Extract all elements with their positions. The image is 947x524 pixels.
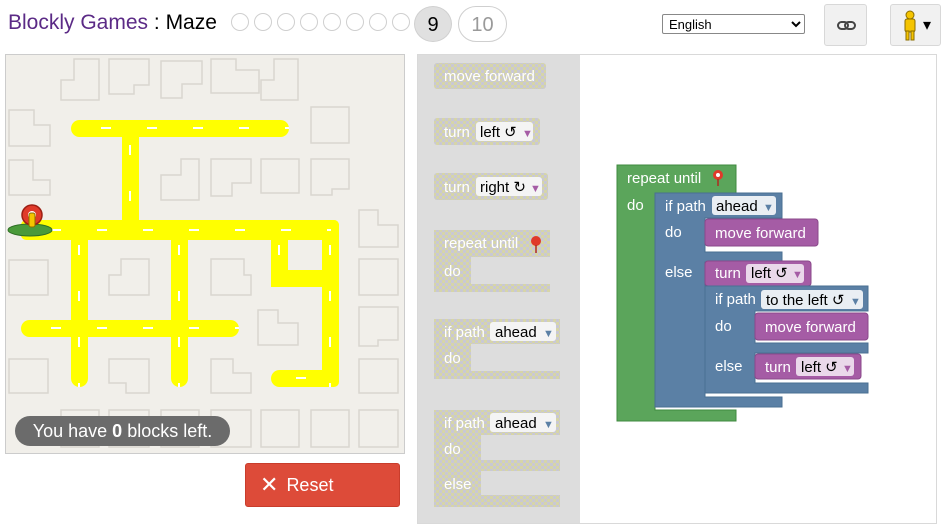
app-title-link[interactable]: Blockly Games — [8, 11, 148, 34]
level-dot-2[interactable] — [254, 13, 272, 31]
close-icon: ✕ — [260, 472, 279, 497]
level-current[interactable]: 9 — [414, 6, 452, 42]
chevron-down-icon: ▼ — [850, 296, 861, 308]
program-else-label: else — [665, 264, 693, 281]
program-if-path-left-dropdown[interactable]: to the left ↺ — [766, 292, 844, 309]
pegman-button[interactable]: ▾ — [890, 4, 941, 46]
level-dot-4[interactable] — [300, 13, 318, 31]
program-if-path-dropdown[interactable]: ahead — [716, 198, 758, 215]
reset-label: Reset — [286, 474, 334, 495]
program-if-path-label: if path — [715, 291, 756, 308]
program-move-forward-label: move forward — [715, 225, 806, 242]
program-turn-left-dropdown[interactable]: left ↺ — [801, 359, 838, 376]
chevron-down-icon: ▼ — [530, 183, 541, 195]
page-title: Blockly Games : Maze — [8, 11, 217, 35]
level-dot-3[interactable] — [277, 13, 295, 31]
level-dot-8[interactable] — [392, 13, 410, 31]
chevron-down-icon: ▼ — [763, 202, 774, 214]
maze-canvas — [6, 55, 404, 453]
toolbox-move-forward-label: move forward — [444, 68, 535, 85]
level-dot-1[interactable] — [231, 13, 249, 31]
toolbox-turn-right-dropdown[interactable]: right ↻ — [480, 179, 526, 196]
program-turn-label: turn — [715, 265, 741, 282]
toolbox-move-forward-block[interactable]: move forward — [434, 63, 546, 89]
toolbox-turn-left-block[interactable]: turn left ↺ ▼ — [434, 118, 540, 145]
program-turn-left-dropdown[interactable]: left ↺ — [751, 265, 788, 282]
chevron-down-icon: ▼ — [842, 363, 853, 375]
chevron-down-icon: ▾ — [923, 17, 932, 34]
toolbox-repeat-until-label: repeat until — [444, 235, 518, 252]
language-select[interactable]: English — [662, 14, 805, 34]
blockly-workspace[interactable]: move forward turn left ↺ ▼ turn right ↻ … — [417, 54, 937, 524]
program-turn-label: turn — [765, 359, 791, 376]
toolbox-else-label: else — [444, 476, 472, 493]
program-do-label: do — [627, 197, 644, 214]
program-do-label: do — [715, 318, 732, 335]
toolbox-do-label: do — [444, 441, 461, 458]
blocks-left-suffix: blocks left. — [122, 421, 213, 441]
link-button[interactable] — [824, 4, 867, 46]
chevron-down-icon: ▼ — [543, 328, 554, 340]
toolbox-do-label: do — [444, 350, 461, 367]
reset-button[interactable]: ✕ Reset — [245, 463, 400, 507]
chevron-down-icon: ▼ — [792, 269, 803, 281]
program-do-label: do — [665, 224, 682, 241]
game-title: Maze — [165, 11, 217, 34]
level-next[interactable]: 10 — [458, 6, 507, 42]
toolbox-do-label: do — [444, 263, 461, 280]
blocks-left-prefix: You have — [32, 421, 113, 441]
level-dot-6[interactable] — [346, 13, 364, 31]
blocks-left-count: 0 — [112, 421, 123, 441]
program-repeat-until-label: repeat until — [627, 170, 701, 187]
toolbox-if-path-label: if path — [444, 324, 485, 341]
toolbox-if-path-dropdown[interactable]: ahead — [495, 324, 537, 341]
link-icon — [837, 21, 856, 30]
blocks-left-status: You have 0 blocks left. — [15, 416, 230, 446]
title-separator: : — [148, 11, 166, 34]
toolbox-turn-label: turn — [444, 124, 470, 141]
program-else-label: else — [715, 358, 743, 375]
program-move-forward-block[interactable]: move forward — [704, 218, 819, 247]
pegman-icon — [904, 10, 916, 41]
chevron-down-icon: ▼ — [522, 128, 533, 140]
toolbox-turn-right-block[interactable]: turn right ↻ ▼ — [434, 173, 548, 200]
toolbox-turn-label: turn — [444, 179, 470, 196]
program-turn-left-block[interactable]: turn left ↺ ▼ — [754, 353, 862, 380]
program-if-path-label: if path — [665, 198, 706, 215]
program-move-forward-label: move forward — [765, 319, 856, 336]
level-dot-5[interactable] — [323, 13, 341, 31]
level-dot-7[interactable] — [369, 13, 387, 31]
toolbox-if-path-label: if path — [444, 415, 485, 432]
toolbox-turn-left-dropdown[interactable]: left ↺ — [480, 124, 517, 141]
toolbox-if-path-dropdown[interactable]: ahead — [495, 415, 537, 432]
program-turn-left-block[interactable]: turn left ↺ ▼ — [704, 260, 812, 287]
maze-visualization — [5, 54, 405, 454]
chevron-down-icon: ▼ — [543, 419, 554, 431]
program-move-forward-block[interactable]: move forward — [754, 312, 869, 341]
